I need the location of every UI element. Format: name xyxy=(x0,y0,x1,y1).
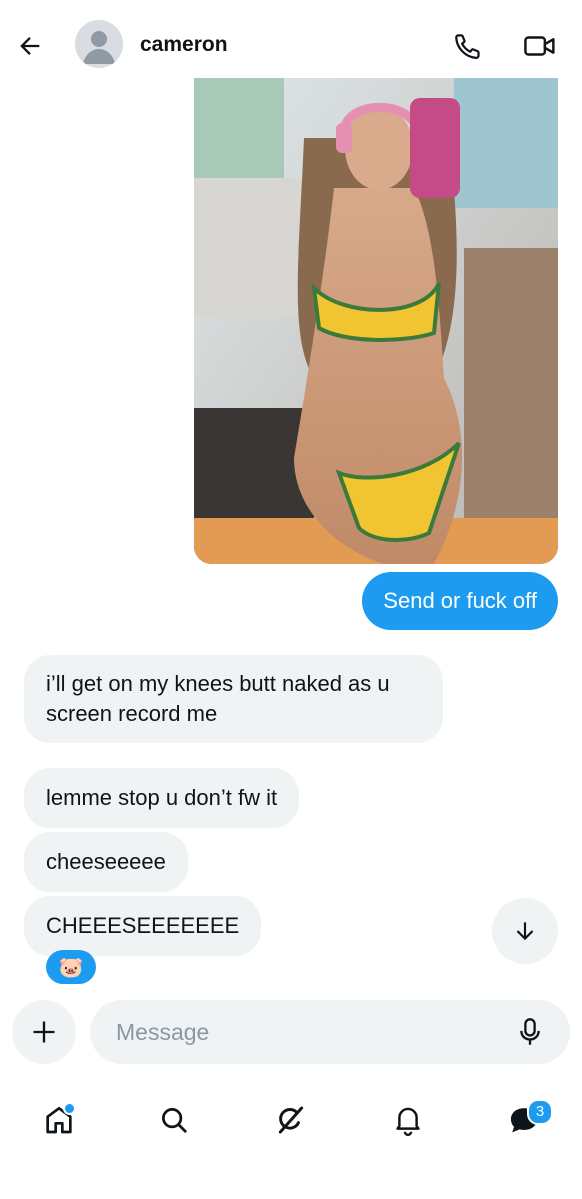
search-icon xyxy=(159,1105,189,1135)
unread-dot-badge xyxy=(63,1102,76,1115)
video-call-button[interactable] xyxy=(520,28,560,64)
received-message-bubble[interactable]: CHEEESEEEEEEE xyxy=(24,896,262,956)
message-composer xyxy=(90,1000,570,1064)
bell-icon xyxy=(393,1104,423,1136)
nav-messages[interactable]: 3 xyxy=(496,1092,553,1148)
avatar[interactable] xyxy=(75,20,123,68)
arrow-left-icon xyxy=(16,32,44,60)
nav-notifications[interactable] xyxy=(380,1092,436,1148)
conversation-header: cameron xyxy=(0,0,582,78)
call-button[interactable] xyxy=(450,28,486,64)
image-attachment xyxy=(194,78,558,564)
received-message-bubble[interactable]: cheeseeeee xyxy=(24,832,188,892)
back-button[interactable] xyxy=(12,28,48,64)
bottom-navigation: 3 xyxy=(0,1080,582,1199)
video-camera-icon xyxy=(523,31,557,61)
voice-message-button[interactable] xyxy=(512,1014,548,1050)
message-input[interactable] xyxy=(116,1000,496,1064)
scroll-to-bottom-button[interactable] xyxy=(492,898,558,964)
message-reaction[interactable]: 🐷 xyxy=(46,950,96,984)
received-message-bubble[interactable]: lemme stop u don’t fw it xyxy=(24,768,300,828)
photo-message[interactable] xyxy=(194,78,558,564)
add-attachment-button[interactable] xyxy=(12,1000,76,1064)
contact-name[interactable]: cameron xyxy=(140,33,228,57)
plus-icon xyxy=(30,1018,58,1046)
nav-grok[interactable] xyxy=(263,1092,319,1148)
unread-count-badge: 3 xyxy=(527,1099,553,1125)
received-message-bubble[interactable]: i’ll get on my knees butt naked as u scr… xyxy=(24,655,443,743)
nav-search[interactable] xyxy=(146,1092,202,1148)
phone-icon xyxy=(453,31,483,61)
microphone-icon xyxy=(516,1017,544,1047)
nav-home[interactable] xyxy=(31,1092,87,1148)
arrow-down-icon xyxy=(512,918,538,944)
grok-icon xyxy=(275,1104,307,1136)
sent-message-bubble[interactable]: Send or fuck off xyxy=(362,572,558,630)
